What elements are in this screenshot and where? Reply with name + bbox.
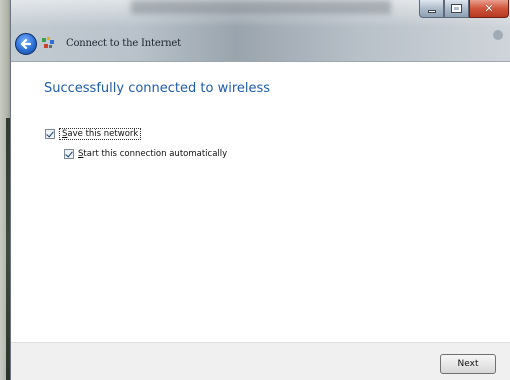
minimize-button[interactable] xyxy=(419,0,444,18)
back-button[interactable] xyxy=(15,33,37,55)
title-bar[interactable]: Connect to the Internet ✕ xyxy=(11,0,510,62)
back-arrow-icon xyxy=(20,38,32,50)
help-icon[interactable] xyxy=(493,30,503,40)
maximize-icon xyxy=(451,4,462,13)
auto-connect-option[interactable]: Start this connection automatically xyxy=(64,149,227,159)
wizard-window: Connect to the Internet ✕ Successfully c… xyxy=(10,0,510,380)
window-title: Connect to the Internet xyxy=(66,38,181,49)
save-network-checkbox[interactable] xyxy=(45,129,55,139)
next-button[interactable]: Next xyxy=(440,354,496,374)
network-icon xyxy=(42,37,54,48)
auto-connect-label[interactable]: Start this connection automatically xyxy=(78,149,227,159)
page-heading: Successfully connected to wireless xyxy=(44,81,271,96)
caption-controls: ✕ xyxy=(419,0,509,18)
save-network-label[interactable]: Save this network xyxy=(59,128,142,140)
auto-connect-checkbox[interactable] xyxy=(64,149,74,159)
save-network-option[interactable]: Save this network xyxy=(45,128,142,140)
footer-bar xyxy=(11,342,510,380)
maximize-button[interactable] xyxy=(444,0,469,18)
close-button[interactable]: ✕ xyxy=(469,0,509,18)
minimize-icon xyxy=(427,9,436,13)
close-icon: ✕ xyxy=(484,2,494,15)
